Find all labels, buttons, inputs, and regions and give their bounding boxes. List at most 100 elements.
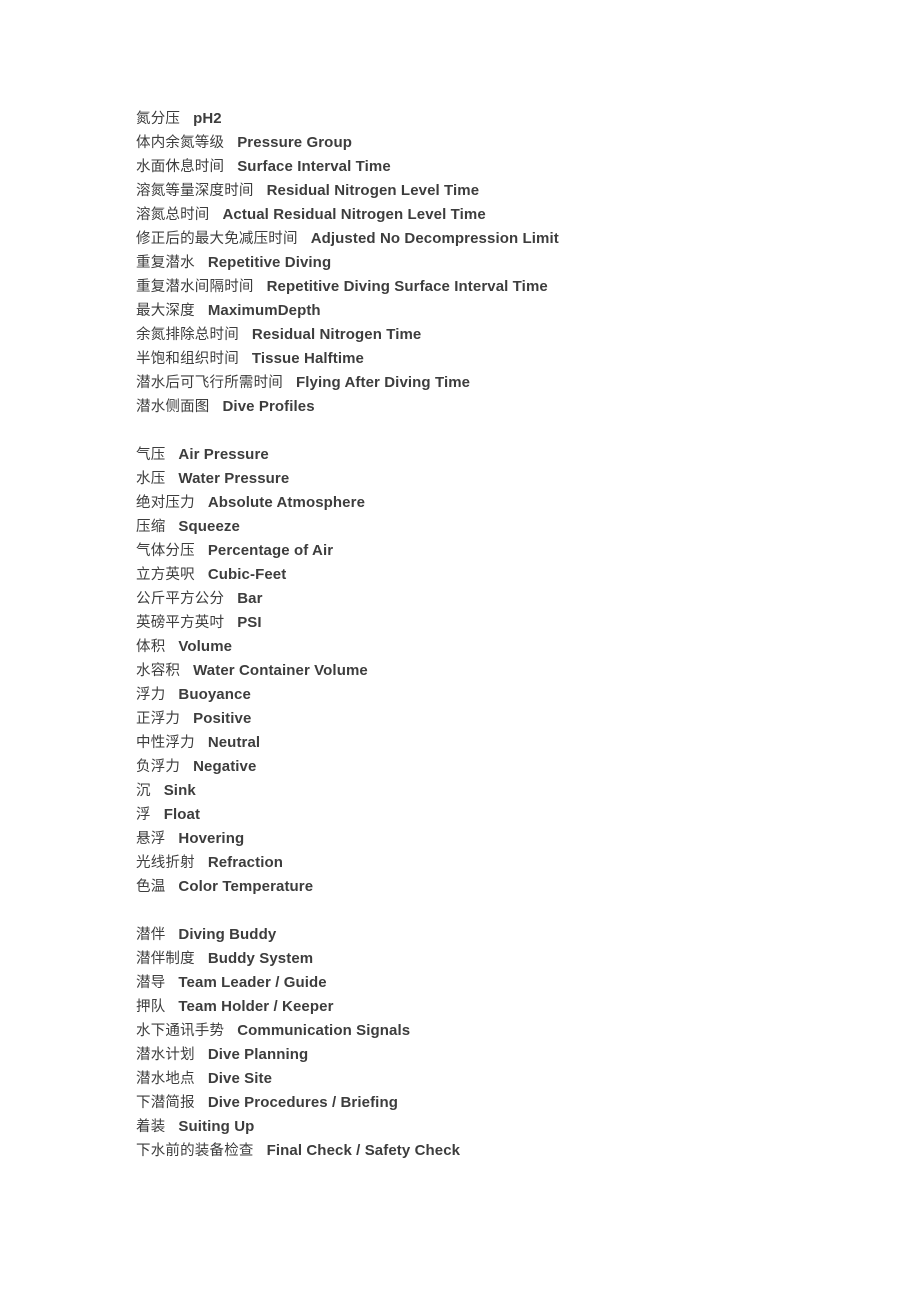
glossary-entry: 修正后的最大免减压时间 Adjusted No Decompression Lim… bbox=[136, 227, 900, 251]
term-chinese: 色温 bbox=[136, 879, 166, 895]
term-english: Neutral bbox=[207, 734, 261, 751]
glossary-entry: 重复潜水间隔时间 Repetitive Diving Surface Interv… bbox=[136, 275, 900, 299]
term-chinese: 溶氮等量深度时间 bbox=[136, 183, 254, 199]
term-chinese: 下水前的装备检查 bbox=[136, 1143, 254, 1159]
term-chinese: 英磅平方英吋 bbox=[136, 615, 225, 631]
term-chinese: 潜伴 bbox=[136, 927, 166, 943]
term-english: Color Temperature bbox=[178, 878, 314, 895]
glossary-entry: 潜水后可飞行所需时间 Flying After Diving Time bbox=[136, 371, 900, 395]
term-chinese: 正浮力 bbox=[136, 711, 181, 727]
term-chinese: 悬浮 bbox=[136, 831, 166, 847]
glossary-entry: 色温 Color Temperature bbox=[136, 875, 900, 899]
term-chinese: 潜水计划 bbox=[136, 1047, 195, 1063]
term-chinese: 潜水后可飞行所需时间 bbox=[136, 375, 283, 391]
term-chinese: 重复潜水间隔时间 bbox=[136, 279, 254, 295]
term-chinese: 潜导 bbox=[136, 975, 166, 991]
glossary-entry: 溶氮总时间 Actual Residual Nitrogen Level Time bbox=[136, 203, 900, 227]
term-chinese: 浮力 bbox=[136, 687, 166, 703]
term-english: Hovering bbox=[178, 830, 245, 847]
term-english: Buoyance bbox=[178, 686, 251, 703]
term-english: Water Container Volume bbox=[193, 662, 368, 679]
term-english: Final Check / Safety Check bbox=[266, 1142, 461, 1159]
term-english: Bar bbox=[237, 590, 263, 607]
term-chinese: 溶氮总时间 bbox=[136, 207, 210, 223]
term-english: Actual Residual Nitrogen Level Time bbox=[222, 206, 486, 223]
glossary-entry: 重复潜水 Repetitive Diving bbox=[136, 251, 900, 275]
term-english: Residual Nitrogen Level Time bbox=[266, 182, 480, 199]
term-chinese: 潜伴制度 bbox=[136, 951, 195, 967]
term-english: Dive Profiles bbox=[222, 398, 315, 415]
glossary-entry: 中性浮力 Neutral bbox=[136, 731, 900, 755]
term-english: Squeeze bbox=[178, 518, 240, 535]
glossary-section: 氮分压 pH2 体内余氮等级 Pressure Group 水面休息时间 Surface … bbox=[136, 107, 900, 419]
term-english: Cubic-Feet bbox=[207, 566, 287, 583]
term-english: Volume bbox=[178, 638, 233, 655]
term-english: Suiting Up bbox=[178, 1118, 255, 1135]
term-english: Adjusted No Decompression Limit bbox=[310, 230, 559, 247]
term-chinese: 最大深度 bbox=[136, 303, 195, 319]
glossary-entry: 公斤平方公分 Bar bbox=[136, 587, 900, 611]
glossary-entry: 水下通讯手势 Communication Signals bbox=[136, 1019, 900, 1043]
term-english: Repetitive Diving Surface Interval Time bbox=[266, 278, 548, 295]
glossary-entry: 着装 Suiting Up bbox=[136, 1115, 900, 1139]
glossary-content: 氮分压 pH2 体内余氮等级 Pressure Group 水面休息时间 Surface … bbox=[136, 107, 900, 1163]
glossary-entry: 水容积 Water Container Volume bbox=[136, 659, 900, 683]
term-english: Flying After Diving Time bbox=[296, 374, 471, 391]
glossary-entry: 浮力 Buoyance bbox=[136, 683, 900, 707]
glossary-entry: 水压 Water Pressure bbox=[136, 467, 900, 491]
term-chinese: 潜水侧面图 bbox=[136, 399, 210, 415]
term-chinese: 水压 bbox=[136, 471, 166, 487]
term-chinese: 压缩 bbox=[136, 519, 166, 535]
term-chinese: 绝对压力 bbox=[136, 495, 195, 511]
glossary-entry: 潜导 Team Leader / Guide bbox=[136, 971, 900, 995]
term-english: Team Holder / Keeper bbox=[178, 998, 334, 1015]
glossary-entry: 余氮排除总时间 Residual Nitrogen Time bbox=[136, 323, 900, 347]
term-chinese: 气体分压 bbox=[136, 543, 195, 559]
term-chinese: 立方英呎 bbox=[136, 567, 195, 583]
term-chinese: 押队 bbox=[136, 999, 166, 1015]
glossary-entry: 压缩 Squeeze bbox=[136, 515, 900, 539]
glossary-entry: 沉 Sink bbox=[136, 779, 900, 803]
glossary-entry: 潜伴制度 Buddy System bbox=[136, 947, 900, 971]
term-english: Repetitive Diving bbox=[207, 254, 332, 271]
term-english: Absolute Atmosphere bbox=[207, 494, 366, 511]
term-chinese: 公斤平方公分 bbox=[136, 591, 225, 607]
term-english: Dive Site bbox=[207, 1070, 273, 1087]
term-chinese: 重复潜水 bbox=[136, 255, 195, 271]
glossary-entry: 气压 Air Pressure bbox=[136, 443, 900, 467]
glossary-entry: 半饱和组织时间 Tissue Halftime bbox=[136, 347, 900, 371]
document-page: 氮分压 pH2 体内余氮等级 Pressure Group 水面休息时间 Surface … bbox=[0, 0, 920, 1302]
term-english: pH2 bbox=[193, 110, 222, 127]
term-chinese: 下潜简报 bbox=[136, 1095, 195, 1111]
term-english: Pressure Group bbox=[237, 134, 352, 151]
term-chinese: 余氮排除总时间 bbox=[136, 327, 239, 343]
term-chinese: 水面休息时间 bbox=[136, 159, 225, 175]
term-english: Dive Planning bbox=[207, 1046, 309, 1063]
glossary-entry: 押队 Team Holder / Keeper bbox=[136, 995, 900, 1019]
term-chinese: 水下通讯手势 bbox=[136, 1023, 225, 1039]
glossary-entry: 水面休息时间 Surface Interval Time bbox=[136, 155, 900, 179]
glossary-entry: 正浮力 Positive bbox=[136, 707, 900, 731]
term-english: MaximumDepth bbox=[207, 302, 321, 319]
term-english: Sink bbox=[163, 782, 196, 799]
term-chinese: 沉 bbox=[136, 783, 151, 799]
term-english: Negative bbox=[193, 758, 257, 775]
term-english: Water Pressure bbox=[178, 470, 290, 487]
glossary-entry: 潜水地点 Dive Site bbox=[136, 1067, 900, 1091]
glossary-entry: 下水前的装备检查 Final Check / Safety Check bbox=[136, 1139, 900, 1163]
glossary-section: 潜伴 Diving Buddy 潜伴制度 Buddy System 潜导 Team Lea… bbox=[136, 923, 900, 1163]
glossary-entry: 下潜简报 Dive Procedures / Briefing bbox=[136, 1091, 900, 1115]
term-english: PSI bbox=[237, 614, 262, 631]
term-chinese: 水容积 bbox=[136, 663, 181, 679]
term-english: Float bbox=[163, 806, 201, 823]
term-english: Air Pressure bbox=[178, 446, 269, 463]
term-english: Communication Signals bbox=[237, 1022, 411, 1039]
term-english: Positive bbox=[193, 710, 252, 727]
term-chinese: 体积 bbox=[136, 639, 166, 655]
glossary-entry: 光线折射 Refraction bbox=[136, 851, 900, 875]
glossary-entry: 立方英呎 Cubic-Feet bbox=[136, 563, 900, 587]
term-chinese: 浮 bbox=[136, 807, 151, 823]
term-english: Dive Procedures / Briefing bbox=[207, 1094, 398, 1111]
term-chinese: 光线折射 bbox=[136, 855, 195, 871]
glossary-entry: 浮 Float bbox=[136, 803, 900, 827]
